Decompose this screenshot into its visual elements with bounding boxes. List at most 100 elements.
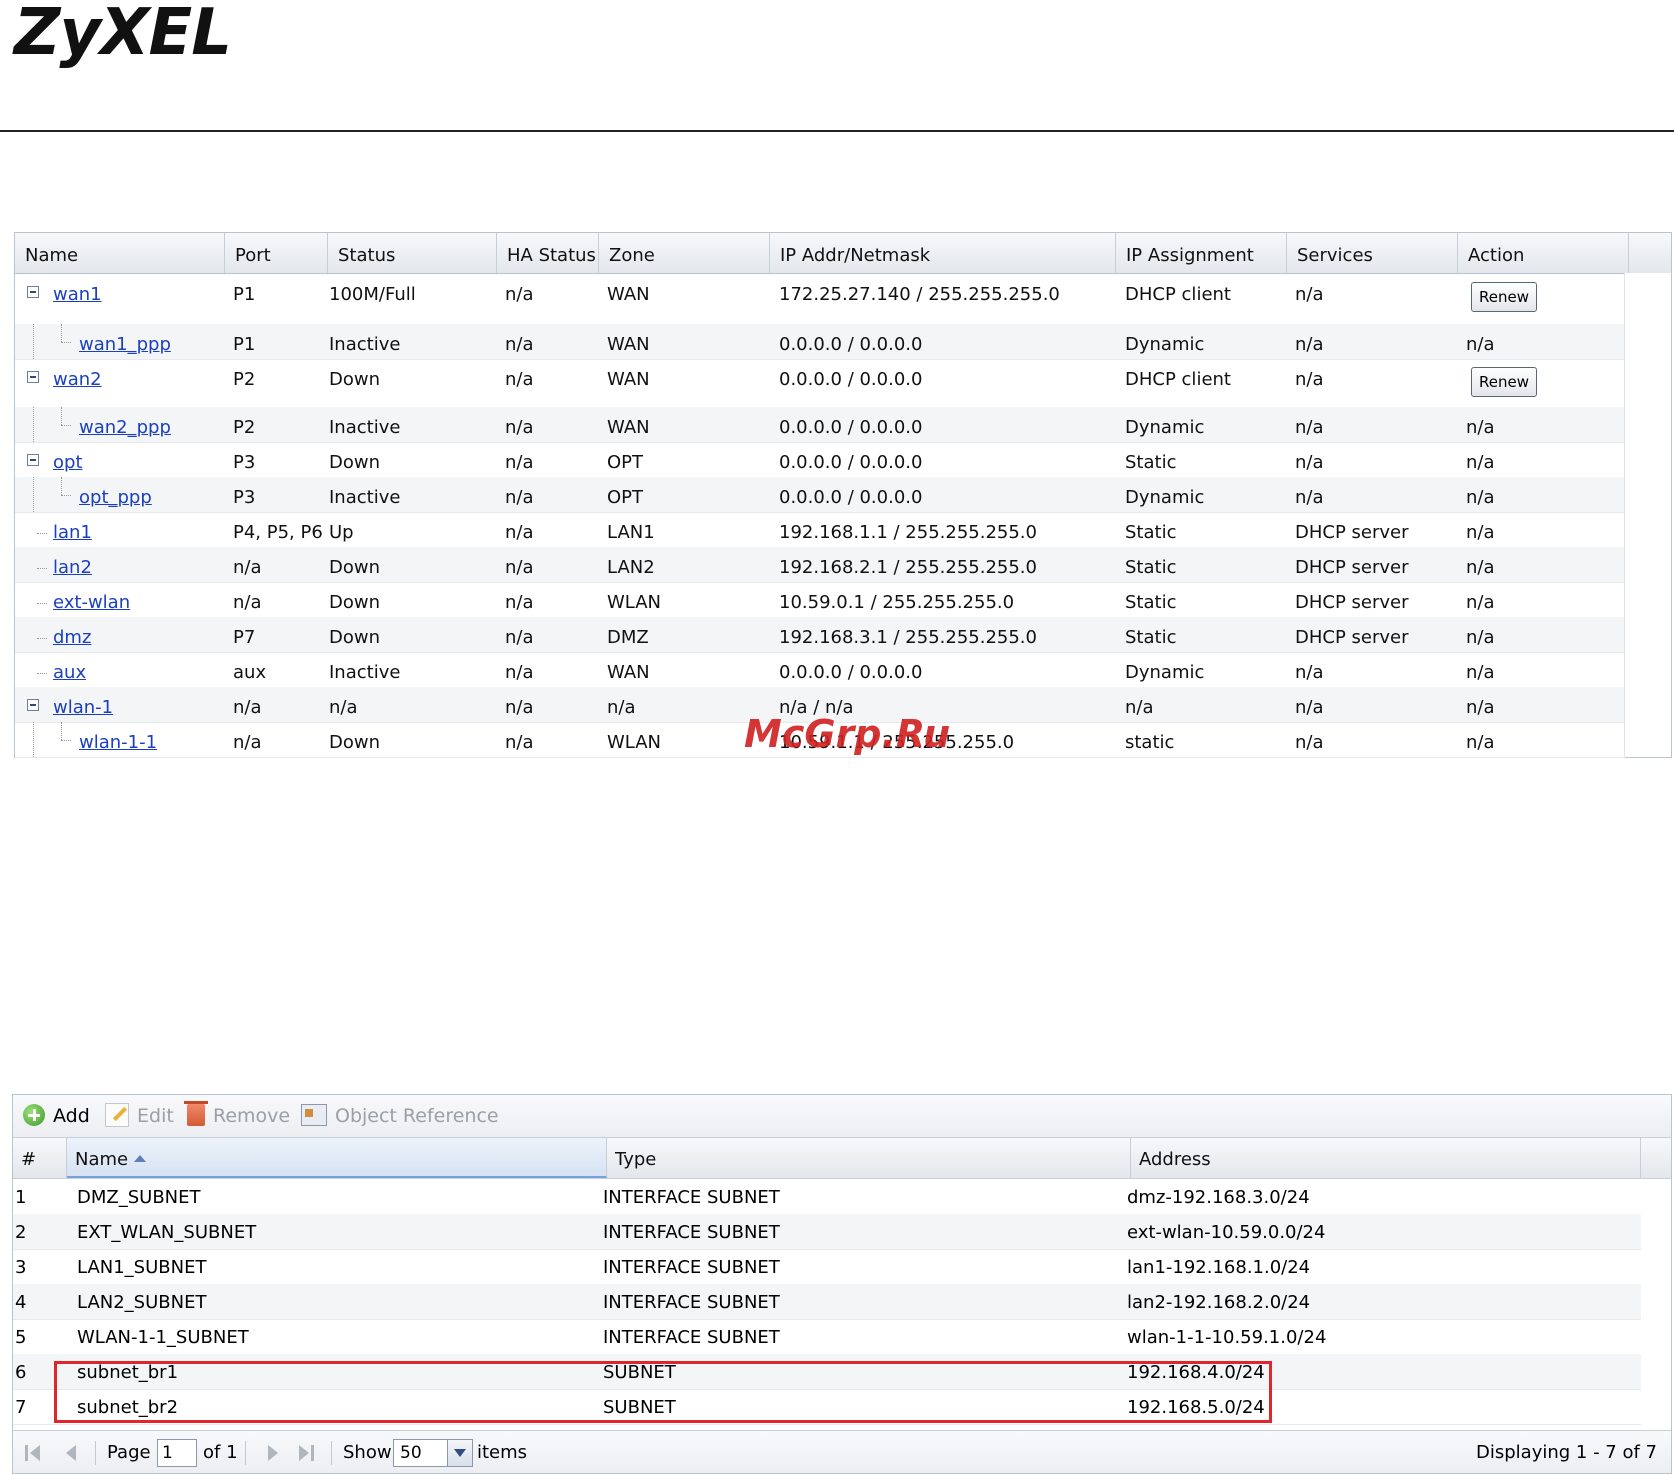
add-button[interactable]: Add [23, 1095, 90, 1137]
zone-cell: OPT [607, 452, 644, 473]
items-per-page-value: 50 [400, 1443, 422, 1463]
interface-link[interactable]: wan1_ppp [79, 334, 171, 355]
object-name-cell: EXT_WLAN_SUBNET [77, 1222, 257, 1243]
zone-cell: WAN [607, 417, 650, 438]
col-name-sorted[interactable]: Name [67, 1138, 607, 1178]
col-zone[interactable]: Zone [599, 233, 770, 273]
status-cell: Down [329, 592, 381, 613]
interface-link[interactable]: opt_ppp [79, 487, 152, 508]
interface-name-cell: wan2 [53, 369, 102, 390]
table-row[interactable]: wan1 P1 100M/Full n/a WAN 172.25.27.140 / 255… [15, 274, 1625, 325]
table-row[interactable]: wan2_ppp P2 Inactive n/a WAN 0.0.0.0 / 0.0.0.… [15, 407, 1625, 443]
table-row[interactable]: 1 DMZ_SUBNET INTERFACE SUBNET dmz-192.168.3… [13, 1179, 1641, 1215]
table-row[interactable]: wan1_ppp P1 Inactive n/a WAN 0.0.0.0 / 0.0.0.… [15, 324, 1625, 360]
table-row[interactable]: lan2 n/a Down n/a LAN2 192.168.2.1 / 255.255.… [15, 547, 1625, 583]
interface-link[interactable]: dmz [53, 627, 91, 648]
watermark: McGrp.Ru [744, 712, 951, 756]
interface-table: Name Port Status HA Status Zone IP Addr/… [14, 232, 1672, 758]
table-row[interactable]: dmz P7 Down n/a DMZ 192.168.3.1 / 255.255.255… [15, 617, 1625, 653]
zyxel-logo: ZyXEL [14, 0, 232, 70]
status-cell: Down [329, 732, 381, 753]
zone-cell: WAN [607, 369, 650, 390]
interface-link[interactable]: wan2 [53, 369, 102, 390]
services-cell: n/a [1295, 452, 1324, 473]
table-row[interactable]: aux aux Inactive n/a WAN 0.0.0.0 / 0.0.0.0 Dyn… [15, 652, 1625, 688]
col-type[interactable]: Type [607, 1138, 1131, 1178]
interface-link[interactable]: opt [53, 452, 83, 473]
page-of-label: of 1 [203, 1442, 238, 1463]
interface-link[interactable]: aux [53, 662, 86, 683]
row-number-cell: 2 [15, 1222, 27, 1243]
col-status[interactable]: Status [328, 233, 497, 273]
last-page-button[interactable] [297, 1443, 317, 1463]
edit-button[interactable]: Edit [105, 1095, 174, 1137]
renew-button[interactable]: Renew [1471, 367, 1537, 397]
interface-link[interactable]: lan1 [53, 522, 92, 543]
table-row[interactable]: ext-wlan n/a Down n/a WLAN 10.59.0.1 / 255.25… [15, 582, 1625, 618]
interface-name-cell: lan1 [53, 522, 92, 543]
ip-assignment-cell: Dynamic [1125, 662, 1205, 683]
col-ha-status[interactable]: HA Status [497, 233, 599, 273]
remove-button[interactable]: Remove [184, 1095, 290, 1137]
col-address[interactable]: Address [1131, 1138, 1641, 1178]
col-name[interactable]: Name [15, 233, 225, 273]
action-cell: n/a [1466, 592, 1495, 613]
page-number-input[interactable] [157, 1439, 197, 1467]
port-cell: aux [233, 662, 267, 683]
zone-cell: WAN [607, 334, 650, 355]
col-ip-addr[interactable]: IP Addr/Netmask [770, 233, 1116, 273]
table-row[interactable]: lan1 P4, P5, P6 Up n/a LAN1 192.168.1.1 / 255… [15, 512, 1625, 548]
prev-page-button[interactable] [61, 1443, 81, 1463]
status-cell: Inactive [329, 487, 401, 508]
chevron-down-icon[interactable] [447, 1440, 472, 1466]
interface-link[interactable]: wan2_ppp [79, 417, 171, 438]
object-type-cell: INTERFACE SUBNET [603, 1257, 780, 1278]
table-row[interactable]: opt_ppp P3 Inactive n/a OPT 0.0.0.0 / 0.0.0.0… [15, 477, 1625, 513]
add-label: Add [53, 1105, 90, 1127]
interface-link[interactable]: wlan-1-1 [79, 732, 157, 753]
interface-link[interactable]: wan1 [53, 284, 102, 305]
ha-status-cell: n/a [505, 284, 534, 305]
edit-label: Edit [137, 1105, 174, 1127]
ip-assignment-cell: n/a [1125, 697, 1154, 718]
collapse-icon[interactable] [27, 371, 39, 383]
col-ip-assignment[interactable]: IP Assignment [1116, 233, 1287, 273]
services-cell: n/a [1295, 334, 1324, 355]
ip-netmask-cell: 172.25.27.140 / 255.255.255.0 [779, 284, 1060, 305]
table-row[interactable]: 3 LAN1_SUBNET INTERFACE SUBNET lan1-192.168… [13, 1249, 1641, 1285]
ha-status-cell: n/a [505, 592, 534, 613]
interface-link[interactable]: lan2 [53, 557, 92, 578]
col-number[interactable]: # [13, 1138, 67, 1178]
status-cell: n/a [329, 697, 358, 718]
collapse-icon[interactable] [27, 454, 39, 466]
collapse-icon[interactable] [27, 699, 39, 711]
col-action[interactable]: Action [1458, 233, 1629, 273]
object-reference-icon [301, 1103, 327, 1126]
action-cell: n/a [1466, 662, 1495, 683]
ha-status-cell: n/a [505, 369, 534, 390]
highlight-box [54, 1361, 1272, 1423]
table-row[interactable]: opt P3 Down n/a OPT 0.0.0.0 / 0.0.0.0 Static n/… [15, 442, 1625, 478]
port-cell: n/a [233, 557, 262, 578]
table-row[interactable]: 2 EXT_WLAN_SUBNET INTERFACE SUBNET ext-wlan… [13, 1214, 1641, 1250]
interface-name-cell: wan1 [53, 284, 102, 305]
table-row[interactable]: wan2 P2 Down n/a WAN 0.0.0.0 / 0.0.0.0 DHCP cl… [15, 359, 1625, 408]
renew-button[interactable]: Renew [1471, 282, 1537, 312]
object-reference-button[interactable]: Object Reference [301, 1095, 499, 1137]
col-services[interactable]: Services [1287, 233, 1458, 273]
ha-status-cell: n/a [505, 732, 534, 753]
interface-link[interactable]: wlan-1 [53, 697, 113, 718]
table-row[interactable]: 5 WLAN-1-1_SUBNET INTERFACE SUBNET wlan-1-1… [13, 1319, 1641, 1355]
zone-cell: DMZ [607, 627, 649, 648]
next-page-button[interactable] [263, 1443, 283, 1463]
table-row[interactable]: 4 LAN2_SUBNET INTERFACE SUBNET lan2-192.168… [13, 1284, 1641, 1320]
col-port[interactable]: Port [225, 233, 328, 273]
collapse-icon[interactable] [27, 286, 39, 298]
port-cell: P2 [233, 417, 256, 438]
interface-link[interactable]: ext-wlan [53, 592, 130, 613]
first-page-button[interactable] [23, 1443, 43, 1463]
ip-assignment-cell: static [1125, 732, 1175, 753]
items-per-page-select[interactable]: 50 [393, 1439, 473, 1467]
services-cell: DHCP server [1295, 592, 1409, 613]
ip-assignment-cell: Static [1125, 452, 1177, 473]
